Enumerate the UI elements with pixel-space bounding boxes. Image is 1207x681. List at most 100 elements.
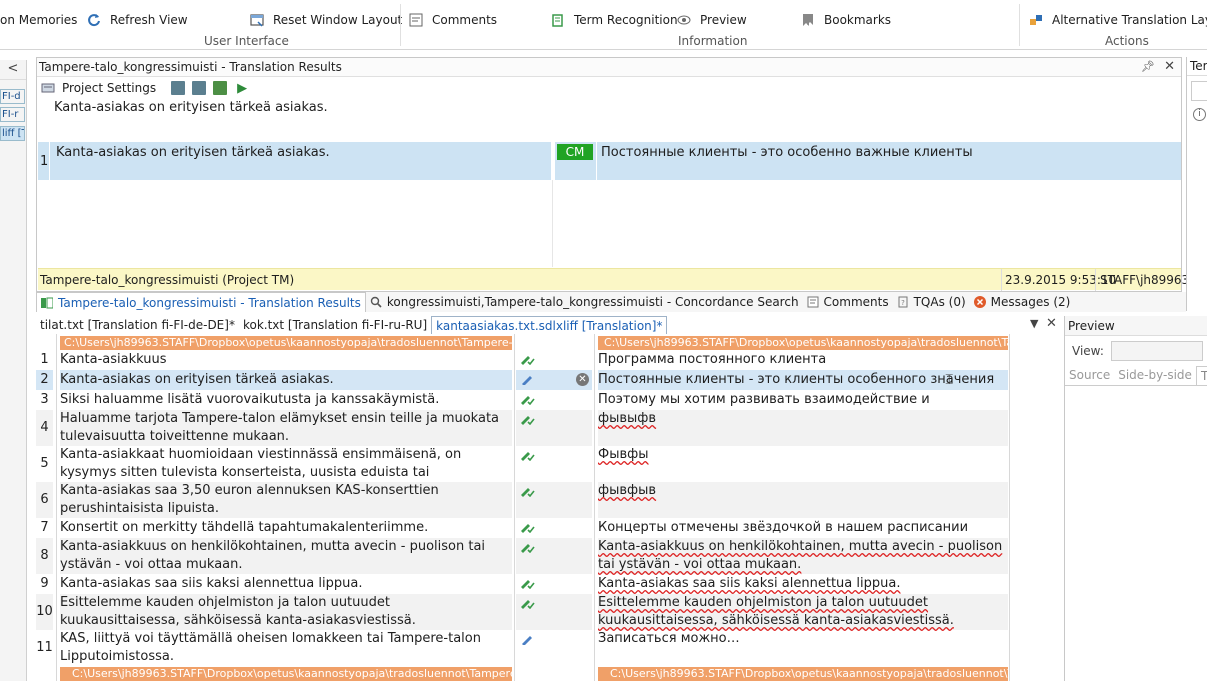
segment-number: 3 xyxy=(40,392,49,407)
tab-translation-results[interactable]: Tampere-talo_kongressimuisti - Translati… xyxy=(36,292,366,312)
segment-row[interactable]: 7 Konsertit on merkitty tähdellä tapahtu… xyxy=(36,518,1010,538)
bookmarks-button[interactable]: Bookmarks xyxy=(801,12,891,28)
tab-source[interactable]: Source xyxy=(1065,366,1114,385)
collapse-chevron-icon[interactable]: < xyxy=(0,60,26,80)
segment-target[interactable]: Программа постоянного клиента xyxy=(598,351,1008,370)
segment-target[interactable]: Фывфы xyxy=(598,446,1008,482)
segment-target[interactable]: Концерты отмечены звёздочкой в нашем рас… xyxy=(598,519,1008,538)
close-icon[interactable]: ✕ xyxy=(1164,58,1175,76)
tm-info-bar: Tampere-talo_kongressimuisti (Project TM… xyxy=(38,268,1189,291)
draft-pen-icon xyxy=(522,376,532,385)
term-recognition-button[interactable]: Term Recognition xyxy=(551,12,678,28)
comments-button[interactable]: Comments xyxy=(409,12,497,28)
toolbar-option-icon[interactable] xyxy=(192,81,207,95)
segment-row[interactable]: 4 Haluamme tarjota Tampere-talon elämyks… xyxy=(36,410,1010,446)
info-icon[interactable]: i xyxy=(1193,108,1206,121)
segment-status xyxy=(516,594,592,630)
confirmed-pen-icon xyxy=(521,356,535,365)
segment-target[interactable]: Esittelemme kauden ohjelmiston ja talon … xyxy=(598,594,1008,630)
refresh-view-button[interactable]: Refresh View xyxy=(87,12,188,28)
segment-row[interactable]: 11 KAS, liittyä voi täyttämällä oheisen … xyxy=(36,630,1010,666)
close-document-icon[interactable]: ✕ xyxy=(1046,316,1057,331)
tm-match-index: 1 xyxy=(40,154,49,169)
tm-match-target-text: Постоянные клиенты - это особенно важные… xyxy=(601,145,973,160)
segment-source: Siksi haluamme lisätä vuorovaikutusta ja… xyxy=(60,392,440,407)
tab-document[interactable]: tilat.txt [Translation fi-FI-de-DE]* xyxy=(36,316,239,334)
bookmark-icon xyxy=(803,14,813,26)
preview-panel: Preview View: Source Side-by-side Ta xyxy=(1064,316,1207,681)
segment-target[interactable]: фывфыв xyxy=(598,482,1008,518)
tab-document-active[interactable]: kantaasiakas.txt.sdlxliff [Translation]* xyxy=(431,316,668,334)
tab-tqas[interactable]: ? TQAs (0) xyxy=(893,292,970,312)
segment-target[interactable]: Поэтому мы хотим развивать взаимодействи… xyxy=(598,391,1008,425)
refresh-icon xyxy=(88,14,100,27)
segment-number: 7 xyxy=(40,520,49,535)
segment-row-selected[interactable]: 2 Kanta-asiakas on erityisen tärkeä asia… xyxy=(36,370,1010,390)
confirmed-pen-icon xyxy=(521,524,535,533)
tab-document[interactable]: kok.txt [Translation fi-FI-ru-RU] xyxy=(239,316,431,334)
segment-target[interactable]: Записаться можно… xyxy=(598,630,1008,666)
navigation-strip: < FI-d FI-r liff [T xyxy=(0,60,27,681)
segment-row[interactable]: 3 Siksi haluamme lisätä vuorovaikutusta … xyxy=(36,390,1010,425)
toolbar-option-icon[interactable] xyxy=(171,81,186,95)
divider xyxy=(1095,269,1096,291)
tab-messages[interactable]: Messages (2) xyxy=(970,292,1075,312)
segment-row[interactable]: 5 Kanta-asiakkaat huomioidaan viestinnäs… xyxy=(36,446,1010,498)
segment-row[interactable]: 8 Kanta-asiakkuus on henkilökohtainen, m… xyxy=(36,538,1010,574)
tm-match-source-text: Kanta-asiakas on erityisen tärkeä asiaka… xyxy=(56,145,330,160)
termbase-search-field[interactable] xyxy=(1191,81,1207,101)
ribbon-label: Refresh View xyxy=(110,13,188,27)
tab-concordance-search[interactable]: kongressimuisti,Tampere-talo_kongressimu… xyxy=(366,292,803,312)
file-item[interactable]: FI-d xyxy=(0,89,25,104)
toolbar-option-icon[interactable] xyxy=(213,81,228,95)
tm-match-row[interactable]: 1 Kanta-asiakas on erityisen tärkeä asia… xyxy=(38,142,1181,180)
confirmed-pen-icon xyxy=(521,452,535,461)
segment-status xyxy=(516,350,592,370)
tab-label: Comments xyxy=(823,295,889,309)
file-item-selected[interactable]: liff [T xyxy=(0,126,25,141)
results-toolbar: Project Settings ▶︎ xyxy=(37,77,1181,99)
segment-row[interactable]: 9 Kanta-asiakas saa siis kaksi alennettu… xyxy=(36,574,1010,594)
reset-window-layout-button[interactable]: Reset Window Layout xyxy=(250,12,402,28)
tm-match-target: CM Постоянные клиенты - это особенно важ… xyxy=(555,142,1181,180)
segment-status xyxy=(516,482,592,518)
clear-target-icon[interactable]: ✕ xyxy=(576,373,589,386)
preview-button[interactable]: Preview xyxy=(677,12,747,28)
segment-number: 11 xyxy=(36,640,53,655)
tab-label: kongressimuisti,Tampere-talo_kongressimu… xyxy=(386,295,799,309)
segment-target[interactable]: фывыфв xyxy=(598,410,1008,446)
tab-side-by-side[interactable]: Side-by-side xyxy=(1114,366,1196,385)
segment-number: 5 xyxy=(40,456,49,471)
segment-source: KAS, liittyä voi täyttämällä oheisen lom… xyxy=(60,631,481,664)
file-item[interactable]: FI-r xyxy=(0,107,25,122)
segment-target[interactable]: Kanta-asiakas saa siis kaksi alennettua … xyxy=(598,575,1008,594)
alternative-translation-layout-button[interactable]: Alternative Translation Layout xyxy=(1029,12,1207,28)
segment-row[interactable]: 1 Kanta-asiakkuus Программа постоянного … xyxy=(36,350,1010,370)
segment-row[interactable]: 6 Kanta-asiakas saa 3,50 euron alennukse… xyxy=(36,482,1010,518)
group-label-information: Information xyxy=(678,34,748,48)
tab-list-dropdown-icon[interactable]: ▼︎ xyxy=(1030,317,1038,330)
tab-comments[interactable]: Comments xyxy=(803,292,893,312)
segment-row[interactable]: 10 Esittelemme kauden ohjelmiston ja tal… xyxy=(36,594,1010,630)
divider xyxy=(49,142,50,180)
translation-results-icon xyxy=(41,297,53,308)
view-select[interactable] xyxy=(1111,341,1203,361)
segment-status xyxy=(516,410,592,446)
project-settings-icon xyxy=(41,83,55,93)
segment-status xyxy=(516,538,592,574)
pin-icon[interactable]: 📌︎ xyxy=(1141,58,1155,76)
segment-number: 10 xyxy=(36,594,53,630)
document-tab-controls: ▼︎ ✕ xyxy=(1028,316,1062,332)
ribbon-separator xyxy=(1019,4,1020,46)
ribbon-translation-memories[interactable]: on Memories xyxy=(0,12,77,28)
context-match-badge: CM xyxy=(557,144,593,160)
translation-results-panel: Tampere-talo_kongressimuisti - Translati… xyxy=(36,57,1189,292)
project-settings-button[interactable]: Project Settings xyxy=(62,81,156,95)
segment-source: Konsertit on merkitty tähdellä tapahtuma… xyxy=(60,520,429,535)
document-tab-strip: tilat.txt [Translation fi-FI-de-DE]* kok… xyxy=(36,316,1064,334)
segment-target[interactable]: Kanta-asiakkuus on henkilökohtainen, mut… xyxy=(598,538,1008,574)
tab-target[interactable]: Ta xyxy=(1195,366,1207,385)
segment-number: 6 xyxy=(36,482,53,518)
play-arrow-icon[interactable]: ▶︎ xyxy=(237,81,247,96)
segment-source: Esittelemme kauden ohjelmiston ja talon … xyxy=(60,594,512,630)
